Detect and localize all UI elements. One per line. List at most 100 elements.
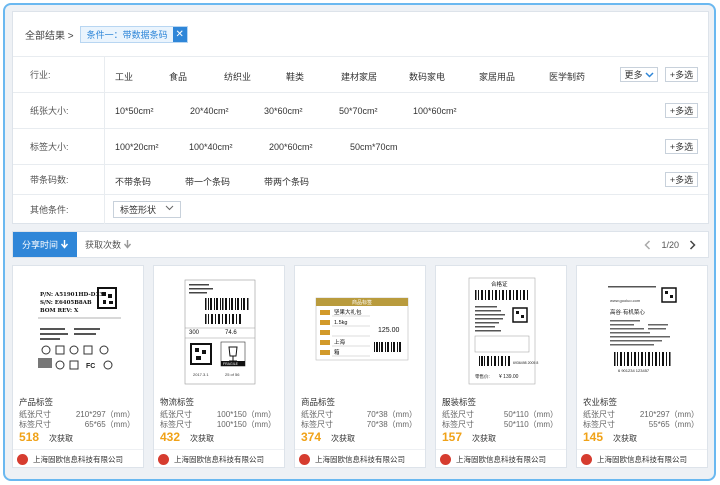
breadcrumb-all-results[interactable]: 全部结果 > [25,27,74,42]
close-icon[interactable]: ✕ [172,26,187,42]
chevron-down-icon [165,205,174,211]
label-size-spec: 标签尺寸 65*65（mm） [19,419,137,430]
template-card[interactable]: 合格证 6936498 2005 8 零售价: ¥ 139.00 服装标签 纸张… [435,265,567,468]
count-unit: 次获取 [331,434,356,443]
paper-size-option[interactable]: 20*40cm² [190,106,229,116]
count-unit: 次获取 [49,434,74,443]
label-size-option[interactable]: 100*20cm² [115,142,159,152]
industry-option[interactable]: 家居用品 [479,70,515,83]
thumb-fragile: FRAGILE [223,362,239,366]
count-unit: 次获取 [190,434,215,443]
download-count: 145 次获取 [583,430,637,444]
spec-label: 纸张尺寸 [442,410,474,419]
filter-label-industry: 行业: [13,57,105,92]
company-row[interactable]: 上海固欧信息科技有限公司 [154,449,284,468]
label-size-option[interactable]: 200*60cm² [269,142,313,152]
thumb-code: 6936498 2005 8 [513,361,538,365]
thumb-header: 合格证 [491,280,508,288]
card-title: 农业标签 [583,397,618,407]
spec-value: 65*65（mm） [84,420,135,429]
sort-by-fetch-count[interactable]: 获取次数 [85,232,132,257]
spec-label: 纸张尺寸 [301,410,333,419]
thumb-name: 坚果大礼包 [334,308,362,316]
label-size-spec: 标签尺寸 70*38（mm） [301,419,419,430]
spec-label: 标签尺寸 [442,420,474,429]
spec-label: 标签尺寸 [19,420,51,429]
label-shape-select[interactable]: 标签形状 [113,201,181,218]
product-label-thumbnail: P/N: A51901HD-D33 S/N: E6405B8AB BOM REV… [18,270,139,388]
count-unit: 次获取 [472,434,497,443]
card-title: 商品标签 [301,397,336,407]
count-unit: 次获取 [613,434,638,443]
company-name: 上海固欧信息科技有限公司 [597,454,687,464]
spec-label: 纸张尺寸 [583,410,615,419]
download-count: 157 次获取 [442,430,496,444]
barcode-option[interactable]: 带两个条码 [264,175,309,188]
spec-value: 55*65（mm） [648,420,699,429]
company-row[interactable]: 上海固欧信息科技有限公司 [295,449,425,468]
company-row[interactable]: 上海固欧信息科技有限公司 [13,449,143,468]
filter-label-paper-size: 纸张大小: [13,93,105,128]
chevron-left-icon[interactable] [644,239,651,250]
thumb-qty: 300 [189,330,200,336]
spec-value: 70*38（mm） [366,420,417,429]
paper-size-option[interactable]: 50*70cm² [339,106,378,116]
paper-size-option[interactable]: 30*60cm² [264,106,303,116]
arrow-down-icon [61,240,68,249]
breadcrumb: 全部结果 > 条件一：带数据条码 ✕ [25,25,188,43]
spec-value: 100*150（mm） [216,420,276,429]
label-size-option[interactable]: 50cm*70cm [350,142,398,152]
more-label: 更多 [624,70,643,80]
label-size-spec: 标签尺寸 55*65（mm） [583,419,701,430]
active-filter-label: 条件一：带数据条码 [86,29,168,40]
industry-option[interactable]: 工业 [115,70,133,83]
thumb-price: ¥ 139.00 [499,374,519,380]
multi-select-button[interactable]: +多选 [665,172,698,187]
company-seal-icon [440,453,451,465]
count-value: 432 [160,430,181,444]
template-card[interactable]: 商品标签 坚果大礼包 1.5kg 上海 箱 125.00 商品标签 纸张尺寸 70… [294,265,426,468]
card-title: 物流标签 [160,397,195,407]
spec-label: 标签尺寸 [160,420,192,429]
company-name: 上海固欧信息科技有限公司 [33,454,123,464]
template-card[interactable]: 300 74.6 FRAGILE 2017.3.1 25 of 56 物流标签 … [153,265,285,468]
industry-option[interactable]: 建材家居 [341,70,377,83]
industry-option[interactable]: 纺织业 [224,70,251,83]
multi-select-button[interactable]: +多选 [665,103,698,118]
multi-select-button[interactable]: +多选 [665,67,698,82]
label-size-option[interactable]: 100*40cm² [189,142,233,152]
logistics-label-thumbnail: 300 74.6 FRAGILE 2017.3.1 25 of 56 [159,270,280,388]
company-name: 上海固欧信息科技有限公司 [456,454,546,464]
card-title: 产品标签 [19,397,54,407]
industry-option[interactable]: 食品 [169,70,187,83]
count-value: 145 [583,430,604,444]
template-card[interactable]: P/N: A51901HD-D33 S/N: E6405B8AB BOM REV… [12,265,144,468]
company-row[interactable]: 上海固欧信息科技有限公司 [436,449,566,468]
chevron-right-icon[interactable] [689,239,696,250]
spec-value: 50*110（mm） [503,420,558,429]
paper-size-option[interactable]: 10*50cm² [115,106,154,116]
company-seal-icon [299,453,310,465]
label-size-spec: 标签尺寸 50*110（mm） [442,419,560,430]
spec-label: 标签尺寸 [301,420,333,429]
thumb-date: 2017.3.1 [193,372,209,377]
barcode-option[interactable]: 带一个条码 [185,175,230,188]
paper-size-option[interactable]: 100*60cm² [413,106,457,116]
count-value: 374 [301,430,322,444]
filter-row-other: 其他条件: 标签形状 [13,194,708,224]
thumb-line-2: S/N: E6405B8AB [40,300,92,306]
more-button[interactable]: 更多 [620,67,658,82]
multi-select-button[interactable]: +多选 [665,139,698,154]
template-card[interactable]: www.gooluo.com 高谷·有机菜心 6 901234 123457 农… [576,265,708,468]
industry-option[interactable]: 数码家电 [409,70,445,83]
sort-by-share-time[interactable]: 分享时间 [13,232,77,257]
company-seal-icon [581,453,592,465]
thumb-price: 125.00 [378,327,400,334]
industry-option[interactable]: 医学制药 [549,70,585,83]
thumb-line-3: BOM REV: X [40,308,79,314]
company-row[interactable]: 上海固欧信息科技有限公司 [577,449,707,468]
barcode-option[interactable]: 不带条码 [115,175,151,188]
industry-option[interactable]: 鞋类 [286,70,304,83]
filter-label-barcode: 带条码数: [13,165,105,194]
arrow-down-icon [124,240,132,249]
